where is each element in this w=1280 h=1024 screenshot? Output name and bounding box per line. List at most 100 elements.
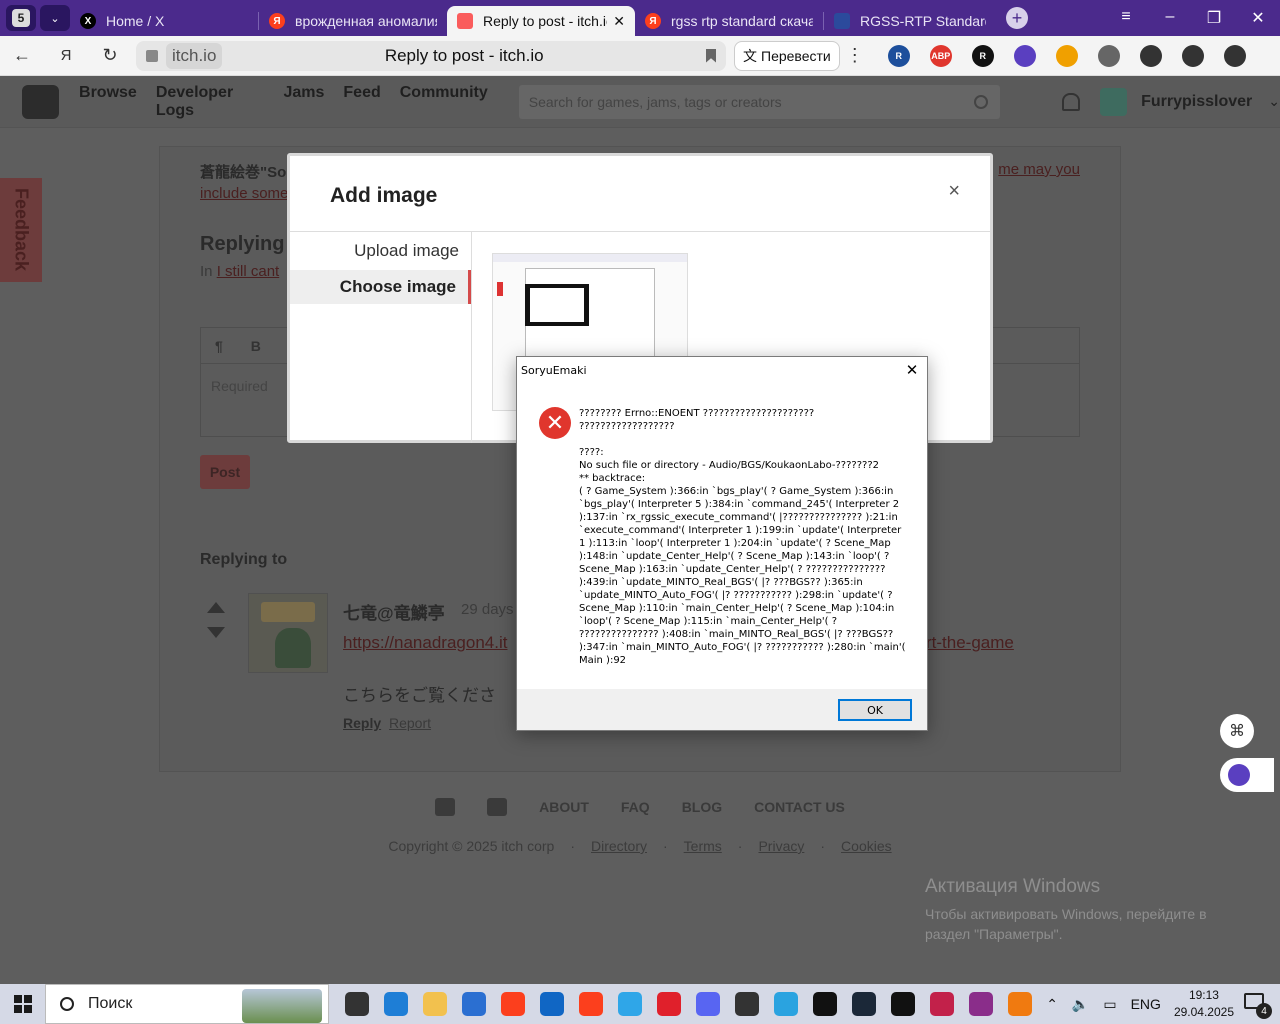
question-snippet-right[interactable]: me may you	[998, 161, 1080, 178]
question-snippet-2[interactable]: include some	[200, 185, 288, 202]
winrar-icon[interactable]	[961, 984, 1000, 1024]
notification-center[interactable]: 4	[1244, 993, 1272, 1019]
yandex-home-icon[interactable]: Я	[44, 47, 88, 64]
bookmark-icon[interactable]	[706, 48, 716, 63]
more-options-icon[interactable]: ⋮	[840, 45, 870, 66]
footer-about[interactable]: ABOUT	[539, 799, 589, 815]
tab-home-x[interactable]: X Home / X	[70, 6, 258, 36]
search-icon[interactable]	[974, 94, 989, 109]
file-explorer-icon[interactable]	[415, 984, 454, 1024]
puzzle-icon[interactable]	[1181, 44, 1204, 67]
footer-directory[interactable]: Directory	[591, 838, 647, 854]
app-red-icon[interactable]	[922, 984, 961, 1024]
upload-image-tab[interactable]: Upload image	[290, 234, 471, 268]
itch-logo-icon[interactable]	[22, 84, 60, 119]
language-indicator[interactable]: ENG	[1131, 996, 1161, 1012]
sun-app-icon[interactable]	[1000, 984, 1039, 1024]
post-link[interactable]: https://nanadragon4.it	[343, 633, 507, 653]
paragraph-icon[interactable]: ¶	[215, 338, 223, 354]
close-icon[interactable]: ×	[948, 180, 960, 203]
video-icon[interactable]	[1139, 44, 1162, 67]
thread-link[interactable]: I still cant	[217, 263, 280, 280]
reply-link[interactable]: Reply	[343, 715, 381, 731]
dialog-close-icon[interactable]: ✕	[897, 361, 927, 379]
post-link-tail[interactable]: rt-the-game	[926, 633, 1014, 653]
minimize-icon[interactable]: –	[1148, 8, 1192, 28]
adblock-plus-icon[interactable]: ABP	[929, 44, 952, 67]
ok-button[interactable]: OK	[838, 699, 912, 721]
choose-image-tab[interactable]: Choose image	[290, 270, 471, 304]
reload-icon[interactable]: ↻	[88, 45, 132, 66]
post-author-avatar[interactable]	[248, 593, 328, 673]
nav-browse[interactable]: Browse	[79, 84, 137, 120]
burst-app-icon[interactable]	[883, 984, 922, 1024]
nav-developer-logs[interactable]: Developer Logs	[156, 84, 265, 120]
yandex-browser-icon[interactable]	[571, 984, 610, 1024]
r-extension-icon[interactable]: R	[887, 44, 910, 67]
yandex-icon[interactable]	[493, 984, 532, 1024]
restore-icon[interactable]: ❐	[1192, 8, 1236, 28]
itch-search-input[interactable]: Search for games, jams, tags or creators	[518, 84, 1001, 119]
store-icon[interactable]	[454, 984, 493, 1024]
face-icon[interactable]	[1013, 44, 1036, 67]
url-field[interactable]: itch.io Reply to post - itch.io	[136, 40, 726, 71]
post-button[interactable]: Post	[200, 455, 250, 489]
post-author[interactable]: 七竜@竜鱗亭	[343, 599, 445, 624]
back-arrow-icon[interactable]: ←	[0, 45, 44, 66]
footer-blog[interactable]: BLOG	[682, 799, 722, 815]
tab-rgss-search[interactable]: Я rgss rtp standard скачат	[635, 6, 823, 36]
thumb-inner-dialog	[530, 288, 584, 322]
telegram-icon[interactable]	[766, 984, 805, 1024]
taskbar-search[interactable]: Поиск	[45, 984, 330, 1024]
feedback-tab[interactable]: Feedback	[0, 178, 42, 282]
download-icon[interactable]	[1223, 44, 1246, 67]
footer-faq[interactable]: FAQ	[621, 799, 650, 815]
r-dark-icon[interactable]: R	[971, 44, 994, 67]
edge-icon[interactable]	[376, 984, 415, 1024]
network-icon[interactable]: ▭	[1103, 996, 1116, 1013]
bold-icon[interactable]: B	[251, 338, 261, 354]
discord-icon[interactable]	[688, 984, 727, 1024]
start-button[interactable]	[0, 995, 45, 1013]
facebook-icon[interactable]	[487, 798, 508, 816]
upvote-icon[interactable]	[207, 602, 225, 613]
app-w-icon[interactable]	[610, 984, 649, 1024]
chevron-up-icon[interactable]: ⌃	[1046, 996, 1058, 1013]
clock[interactable]: 19:13 29.04.2025	[1174, 987, 1234, 1021]
tab-reply-to-post[interactable]: Reply to post - itch.io ✕	[447, 6, 635, 36]
footer-terms[interactable]: Terms	[684, 838, 722, 854]
nav-community[interactable]: Community	[400, 84, 488, 120]
key-icon[interactable]	[1055, 44, 1078, 67]
tab-rgss-download[interactable]: RGSS-RTP Standard - Do	[824, 6, 996, 36]
task-view-icon[interactable]	[337, 984, 376, 1024]
tab-counter-button[interactable]: 5	[6, 5, 36, 31]
menu-icon[interactable]: ≡	[1104, 8, 1148, 28]
footer-privacy[interactable]: Privacy	[758, 838, 804, 854]
outlook-icon[interactable]	[532, 984, 571, 1024]
steam-icon[interactable]	[844, 984, 883, 1024]
report-link[interactable]: Report	[389, 715, 431, 731]
twitter-icon[interactable]	[435, 798, 456, 816]
footer-cookies[interactable]: Cookies	[841, 838, 892, 854]
translate-button[interactable]: 文 Перевести	[734, 40, 840, 71]
nav-jams[interactable]: Jams	[283, 84, 324, 120]
tab-list-chevron-icon[interactable]: ⌄	[40, 5, 70, 31]
assistant-button[interactable]	[1220, 758, 1274, 792]
apps-grid-icon[interactable]: ⌘	[1220, 714, 1254, 748]
close-window-icon[interactable]: ✕	[1236, 8, 1280, 28]
speaker-icon[interactable]: 🔈	[1072, 996, 1089, 1013]
nav-feed[interactable]: Feed	[343, 84, 380, 120]
tab-yandex-search[interactable]: Я врожденная аномалия р	[259, 6, 447, 36]
avatar[interactable]	[1099, 87, 1128, 116]
downvote-icon[interactable]	[207, 627, 225, 638]
lock-app-icon[interactable]	[727, 984, 766, 1024]
bell-icon[interactable]	[1062, 92, 1080, 111]
close-tab-icon[interactable]: ✕	[607, 13, 625, 30]
shield-icon[interactable]	[1097, 44, 1120, 67]
opera-icon[interactable]	[649, 984, 688, 1024]
chevron-down-icon[interactable]: ⌄	[1268, 93, 1280, 110]
new-tab-button[interactable]: +	[1006, 7, 1028, 29]
epic-games-icon[interactable]	[805, 984, 844, 1024]
footer-contact[interactable]: CONTACT US	[754, 799, 845, 815]
username[interactable]: Furrypisslover	[1141, 93, 1252, 111]
